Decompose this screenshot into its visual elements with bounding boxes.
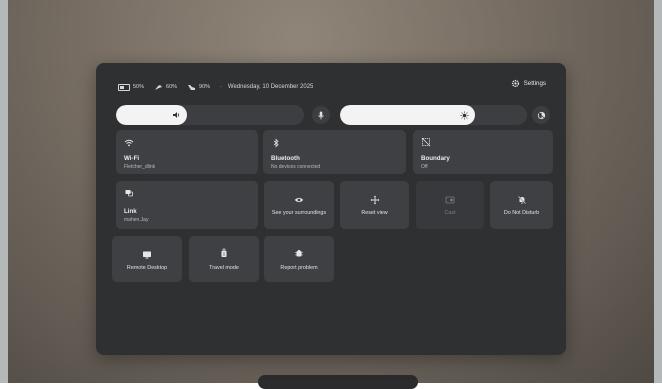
remote-desktop-tile[interactable]: Remote Desktop <box>112 236 182 282</box>
quick-settings-panel: 50% 60% 90% · Wednesday, 10 December 202… <box>96 63 566 355</box>
status-row: 50% 60% 90% · Wednesday, 10 December 202… <box>118 79 313 95</box>
auto-brightness-icon <box>537 111 546 120</box>
cast-icon <box>445 195 455 205</box>
link-label: Link <box>124 208 137 215</box>
battery-percent: 50% <box>133 84 144 90</box>
volume-slider[interactable] <box>116 105 304 125</box>
auto-brightness-button[interactable] <box>532 106 550 124</box>
microphone-icon <box>317 111 325 120</box>
brightness-slider-wrap <box>340 105 527 125</box>
microphone-button[interactable] <box>312 106 330 124</box>
brightness-slider[interactable] <box>340 105 527 125</box>
see-surroundings-tile[interactable]: See your surroundings <box>264 181 334 229</box>
wifi-network: Fletcher_dlink <box>124 164 155 170</box>
gear-icon <box>511 79 520 88</box>
settings-label: Settings <box>524 80 546 87</box>
link-tile[interactable]: Link mahen.Jay <box>116 181 258 229</box>
volume-slider-wrap <box>116 105 304 125</box>
bluetooth-label: Bluetooth <box>271 155 300 162</box>
link-device: mahen.Jay <box>124 217 148 223</box>
bluetooth-tile[interactable]: Bluetooth No devices connected <box>263 130 406 174</box>
status-separator: · <box>220 84 222 90</box>
report-problem-tile[interactable]: Report problem <box>264 236 334 282</box>
do-not-disturb-label: Do Not Disturb <box>490 210 553 216</box>
sun-icon <box>458 109 470 121</box>
reset-view-tile[interactable]: Reset view <box>340 181 409 229</box>
do-not-disturb-tile[interactable]: Do Not Disturb <box>490 181 553 229</box>
travel-mode-label: Travel mode <box>189 265 259 271</box>
see-surroundings-label: See your surroundings <box>264 210 334 216</box>
controller2-battery-status: 90% <box>187 84 210 91</box>
report-problem-label: Report problem <box>264 265 334 271</box>
date-label: Wednesday, 10 December 2025 <box>228 84 314 90</box>
controller-battery-status: 60% <box>154 84 177 91</box>
wifi-icon <box>124 138 134 148</box>
move-arrows-icon <box>370 195 380 205</box>
cast-label: Cast <box>416 210 484 216</box>
luggage-icon <box>219 248 229 258</box>
wifi-label: Wi-Fi <box>124 155 139 162</box>
battery-status: 50% <box>118 84 144 91</box>
settings-button[interactable]: Settings <box>511 79 546 88</box>
bottom-dock-bar[interactable] <box>258 375 418 389</box>
controller2-percent: 90% <box>199 84 210 90</box>
boundary-off-icon <box>421 137 431 147</box>
report-bug-icon <box>294 248 304 258</box>
controller-percent: 60% <box>166 84 177 90</box>
monitor-icon <box>142 250 152 260</box>
bell-off-icon <box>517 195 527 205</box>
wifi-tile[interactable]: Wi-Fi Fletcher_dlink <box>116 130 258 174</box>
controller-icon <box>154 84 163 91</box>
boundary-label: Boundary <box>421 155 450 162</box>
speaker-icon <box>170 109 182 121</box>
link-icon <box>124 188 134 198</box>
eye-icon <box>294 195 304 205</box>
brightness-fill <box>340 105 475 125</box>
boundary-tile[interactable]: Boundary Off <box>413 130 553 174</box>
bluetooth-status: No devices connected <box>271 164 320 170</box>
controller2-icon <box>187 84 196 91</box>
boundary-status: Off <box>421 164 428 170</box>
travel-mode-tile[interactable]: Travel mode <box>189 236 259 282</box>
remote-desktop-label: Remote Desktop <box>112 265 182 271</box>
battery-icon <box>118 84 130 91</box>
cast-tile[interactable]: Cast <box>416 181 484 229</box>
bluetooth-icon <box>271 138 281 148</box>
reset-view-label: Reset view <box>340 210 409 216</box>
